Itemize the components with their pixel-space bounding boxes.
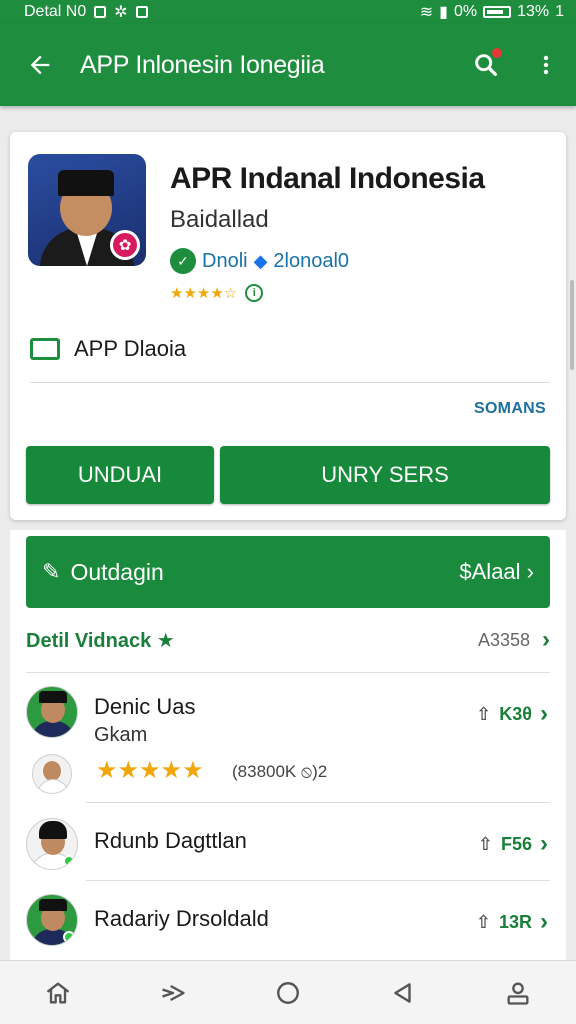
nav-home-circle-button[interactable] (258, 963, 318, 1023)
verified-icon: ✓ (170, 248, 196, 274)
info-icon[interactable]: i (245, 284, 264, 302)
status-right-text: 13% (517, 3, 550, 20)
category-icon (30, 338, 60, 360)
avatar-hair (39, 821, 67, 839)
signal-icon: ▮ (439, 4, 448, 21)
banner-label: Outdagin (70, 558, 164, 585)
more-vert-icon (543, 55, 549, 75)
list-item-title[interactable]: Radariy Drsoldald (94, 906, 269, 932)
chevron-right-icon: › (540, 700, 548, 727)
avatar[interactable] (26, 686, 78, 738)
category-label: APP Dlaoia (74, 336, 187, 361)
avatar[interactable] (26, 894, 78, 946)
chevron-right-icon: › (542, 626, 550, 653)
install-button[interactable]: UNDUAI (26, 446, 214, 504)
avatar-body (37, 779, 69, 793)
status-bar: Detal N0 ✲ ≋ ▮ 0% 13% 1 (0, 0, 576, 24)
divider (86, 880, 550, 881)
nav-back-button[interactable] (373, 963, 433, 1023)
more-link[interactable]: SOMANS (474, 400, 546, 418)
avatar-body (31, 721, 75, 737)
upload-icon: ⇧ (475, 911, 491, 932)
list-item-title[interactable]: Rdunb Dagttlan (94, 828, 247, 854)
list-item-subtitle: Gkam (94, 724, 148, 746)
battery-pct: 0% (453, 3, 478, 20)
online-dot-icon (63, 931, 75, 943)
rating-stars: ★★★★★ (96, 757, 204, 784)
profile-icon (507, 982, 529, 1005)
notification-dot (492, 48, 502, 58)
section-title: Detil Vidnack ★ (26, 629, 175, 652)
category-row[interactable]: APP Dlaoia (30, 336, 186, 362)
notification-icon (94, 6, 107, 18)
divider (30, 382, 550, 383)
rating-stars: ★★★★☆ (170, 285, 238, 302)
tag-icon: ◆ (253, 250, 268, 271)
avatar-cap (39, 691, 67, 703)
list-item-value: 13R (498, 911, 532, 932)
rating-count: (83800K ⦸)2 (232, 762, 328, 781)
app-badge-icon: ✿ (110, 230, 140, 260)
nav-home-button[interactable] (28, 963, 88, 1023)
nav-profile-button[interactable] (488, 963, 548, 1023)
wifi-icon: ≋ (419, 4, 434, 21)
divider (26, 672, 550, 673)
developer-row[interactable]: ✓ Dnoli ◆ 2lonoal0 (170, 248, 349, 274)
developer-name: Dnoli (202, 249, 248, 272)
avatar-cap (39, 899, 67, 911)
upload-icon: ⇧ (476, 703, 492, 724)
list-item-action[interactable]: ⇧ F56 › (478, 830, 548, 858)
banner-right-label: $Alaal (459, 559, 521, 584)
list-item-title[interactable]: Denic Uas (94, 694, 195, 720)
status-right: ≋ ▮ 0% 13% 1 (420, 2, 564, 22)
app-icon-cap (58, 170, 114, 196)
app-icon: ✿ (28, 154, 146, 266)
search-button[interactable] (456, 24, 516, 106)
more-options-button[interactable] (516, 24, 576, 106)
online-dot-icon (63, 855, 75, 867)
status-signal-label: 1 (555, 3, 564, 20)
app-header-card: ✿ APR Indanal Indonesia Baidallad ✓ Dnol… (10, 132, 566, 520)
list-item-value: K3θ (499, 703, 532, 724)
status-left: Detal N0 ✲ (24, 2, 148, 22)
app-developer[interactable]: Baidallad (170, 206, 269, 234)
developer-tag: 2lonoal0 (273, 249, 350, 272)
chevron-right-icon: › (540, 908, 548, 935)
list-item-action[interactable]: ⇧ K3θ › (476, 700, 548, 728)
list-item-value: F56 (500, 833, 532, 854)
nav-forward-button[interactable] (143, 963, 203, 1023)
outdated-banner[interactable]: ✎ Outdagin $Alaal › (26, 536, 550, 608)
back-button[interactable] (0, 24, 80, 106)
edit-icon: ✎ (42, 559, 61, 584)
arrow-left-icon (30, 55, 50, 75)
chevron-right-icon: › (526, 559, 534, 584)
app-notification-icon (135, 6, 148, 18)
banner-right: $Alaal › (459, 559, 534, 585)
back-triangle-icon (394, 982, 411, 1003)
bottom-nav-bar (0, 960, 576, 1024)
divider (86, 802, 550, 803)
secondary-button[interactable]: UNRY SERS (220, 446, 550, 504)
avatar-head (43, 761, 61, 781)
app-title: APR Indanal Indonesia (170, 162, 485, 195)
bluetooth-icon: ✲ (114, 4, 128, 21)
section-header[interactable]: Detil Vidnack ★ A3358 › (26, 626, 550, 654)
content-section: ✎ Outdagin $Alaal › Detil Vidnack ★ A335… (10, 530, 566, 960)
forward-icon (161, 984, 185, 1001)
battery-icon (483, 6, 512, 18)
small-avatar (32, 754, 72, 794)
app-bar: APP Inlonesin Ionegiia (0, 24, 576, 106)
chevron-right-icon: › (540, 830, 548, 857)
list-item-action[interactable]: ⇧ 13R › (476, 908, 548, 936)
home-icon (46, 982, 69, 1003)
avatar[interactable] (26, 818, 78, 870)
status-left-text: Detal N0 (24, 3, 87, 20)
rating-row: ★★★★☆ i (170, 284, 264, 302)
upload-icon: ⇧ (477, 833, 493, 854)
scrollbar[interactable] (570, 280, 574, 370)
circle-icon (277, 981, 299, 1004)
section-count: A3358 (477, 629, 530, 650)
page-title: APP Inlonesin Ionegiia (80, 50, 325, 79)
